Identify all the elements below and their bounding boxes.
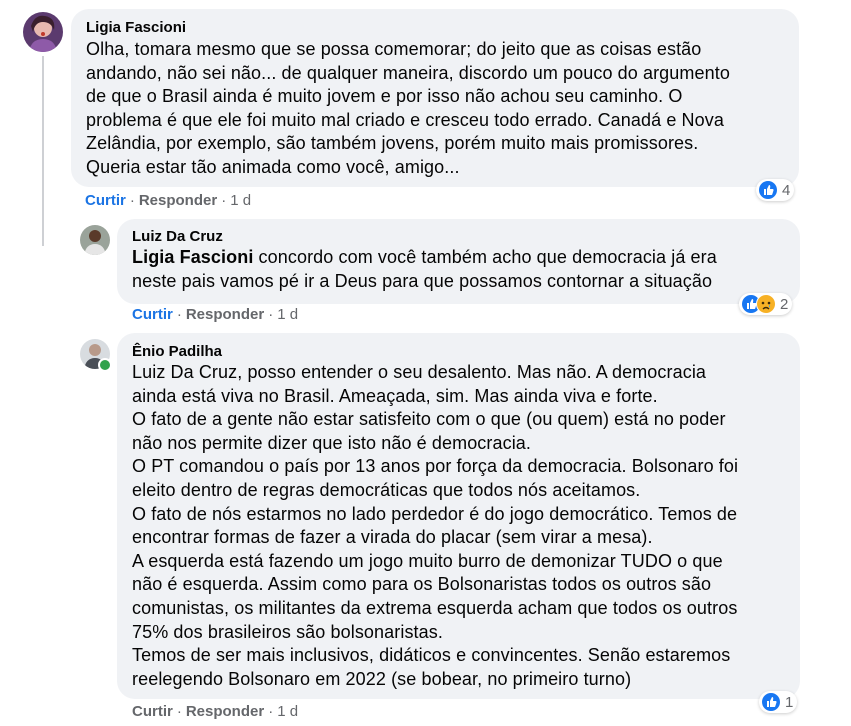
avatar[interactable] [23, 12, 63, 52]
comment-author[interactable]: Ênio Padilha [132, 343, 222, 360]
timestamp[interactable]: 1 d [230, 192, 251, 209]
separator: · [176, 306, 182, 323]
reaction-count: 1 [785, 693, 794, 711]
reaction-count: 2 [780, 295, 789, 313]
comment-author[interactable]: Luiz Da Cruz [132, 228, 223, 245]
avatar[interactable] [80, 225, 110, 255]
comment-text: Olha, tomara mesmo que se possa comemora… [86, 39, 730, 177]
reply-button[interactable]: Responder [186, 306, 264, 323]
like-button[interactable]: Curtir [132, 703, 173, 720]
like-reaction-icon [761, 692, 781, 712]
avatar-photo-icon [80, 225, 110, 255]
reply-button[interactable]: Responder [139, 192, 217, 209]
separator: · [129, 192, 135, 209]
sad-reaction-icon [756, 294, 776, 314]
comment-actions: Curtir · Responder · 1 d [132, 306, 298, 323]
reaction-count: 4 [782, 181, 791, 199]
timestamp[interactable]: 1 d [277, 703, 298, 720]
reaction-summary[interactable]: 1 [759, 691, 798, 713]
reaction-summary[interactable]: 4 [756, 179, 795, 201]
like-reaction-icon [758, 180, 778, 200]
reply-button[interactable]: Responder [186, 703, 264, 720]
comment-author[interactable]: Ligia Fascioni [86, 19, 186, 36]
separator: · [221, 192, 227, 209]
comment-text: Luiz Da Cruz, posso entender o seu desal… [132, 362, 739, 689]
comment-actions: Curtir · Responder · 1 d [85, 192, 251, 209]
timestamp[interactable]: 1 d [277, 306, 298, 323]
reaction-summary[interactable]: 2 [739, 293, 793, 315]
comment-text-line: neste pais vamos pé ir a Deus para que p… [132, 270, 713, 291]
thread-line [42, 56, 44, 246]
comment-actions: Curtir · Responder · 1 d [132, 703, 298, 720]
online-status-icon [98, 358, 112, 372]
separator: · [176, 703, 182, 720]
like-button[interactable]: Curtir [132, 306, 173, 323]
avatar-photo-icon [23, 12, 63, 52]
comment-text: Ligia Fascioni concordo com você também … [132, 246, 792, 293]
comment-text-line: concordo com você também acho que democr… [253, 247, 717, 267]
separator: · [268, 703, 274, 720]
like-button[interactable]: Curtir [85, 192, 126, 209]
separator: · [268, 306, 274, 323]
mention-link[interactable]: Ligia Fascioni [132, 247, 253, 267]
